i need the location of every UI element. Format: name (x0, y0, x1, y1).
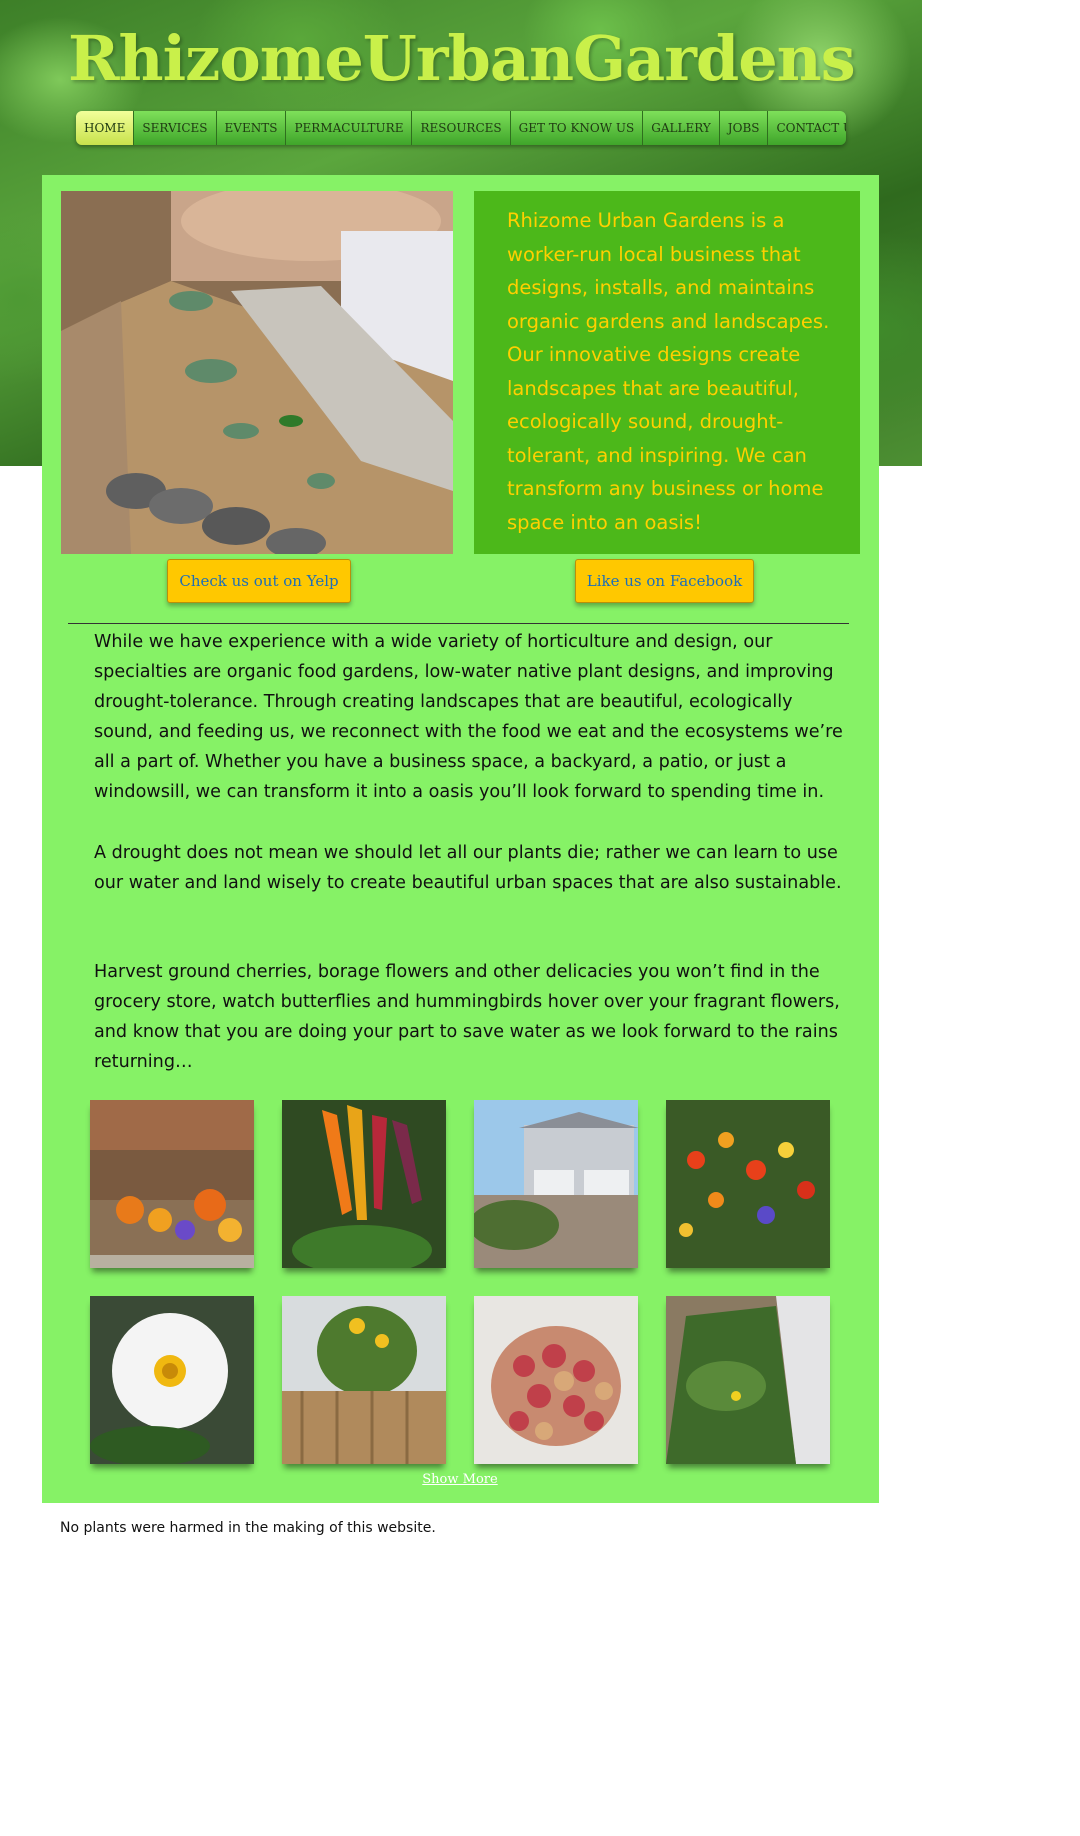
gallery-thumb-8[interactable] (666, 1296, 830, 1464)
site-logo[interactable]: RhizomeUrbanGardens (68, 22, 856, 95)
nav-item-events[interactable]: EVENTS (217, 111, 287, 145)
nav-item-home[interactable]: HOME (76, 111, 135, 145)
section-divider (68, 623, 849, 624)
intro-text: Rhizome Urban Gardens is a worker-run lo… (507, 209, 830, 534)
gallery-thumb-3[interactable] (474, 1100, 638, 1268)
paragraph-drought: A drought does not mean we should let al… (94, 843, 842, 893)
paragraph-specialties: While we have experience with a wide var… (94, 632, 843, 802)
gallery-thumb-5[interactable] (90, 1296, 254, 1464)
yelp-button[interactable]: Check us out on Yelp (167, 559, 351, 603)
paragraph-harvest: Harvest ground cherries, borage flowers … (94, 962, 840, 1072)
nav-item-jobs[interactable]: JOBS (720, 111, 769, 145)
gallery-thumb-6[interactable] (282, 1296, 446, 1464)
gallery-thumb-7[interactable] (474, 1296, 638, 1464)
gallery-thumb-2[interactable] (282, 1100, 446, 1268)
nav-item-services[interactable]: SERVICES (134, 111, 217, 145)
footer-text: No plants were harmed in the making of t… (60, 1520, 436, 1536)
nav-item-gallery[interactable]: GALLERY (643, 111, 720, 145)
show-more-link[interactable]: Show More (420, 1472, 500, 1487)
gallery-thumb-4[interactable] (666, 1100, 830, 1268)
hero-garden-photo (61, 191, 453, 554)
gallery-thumb-1[interactable] (90, 1100, 254, 1268)
main-nav: HOME SERVICES EVENTS PERMACULTURE RESOUR… (76, 111, 846, 145)
facebook-button[interactable]: Like us on Facebook (575, 559, 754, 603)
nav-item-contact-us[interactable]: CONTACT US (768, 111, 846, 145)
nav-item-get-to-know-us[interactable]: GET TO KNOW US (511, 111, 644, 145)
nav-item-permaculture[interactable]: PERMACULTURE (286, 111, 413, 145)
nav-item-resources[interactable]: RESOURCES (412, 111, 511, 145)
